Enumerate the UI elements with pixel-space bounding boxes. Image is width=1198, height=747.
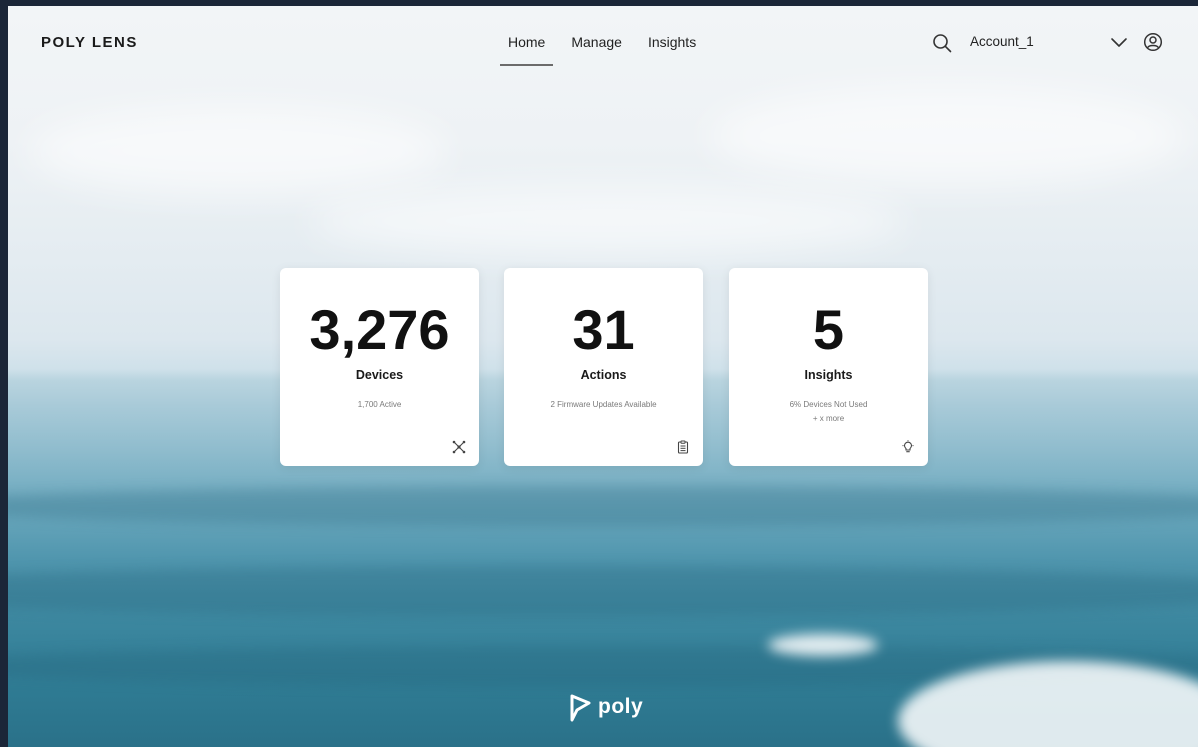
poly-logo-text: poly [598, 695, 644, 718]
actions-card[interactable]: 31 Actions 2 Firmware Updates Available [504, 268, 703, 466]
nav-manage-tab[interactable]: Manage [563, 32, 630, 66]
sea-wave [8, 486, 1198, 526]
brand-title: POLY LENS [41, 34, 138, 51]
nav-insights-tab[interactable]: Insights [640, 32, 704, 66]
chevron-down-icon[interactable] [1110, 35, 1128, 49]
insights-subtext: 6% Devices Not Used + x more [729, 398, 928, 426]
actions-sub-line: 2 Firmware Updates Available [550, 400, 657, 409]
insights-label: Insights [804, 368, 853, 382]
sky-cloud [308, 186, 908, 256]
insights-more-line: + x more [812, 414, 845, 423]
window-frame: POLY LENS Home Manage Insights Account_1… [0, 0, 1198, 747]
sky-cloud [28, 106, 448, 196]
nav-home-tab[interactable]: Home [500, 32, 554, 66]
devices-label: Devices [355, 368, 404, 382]
sky-cloud [708, 86, 1188, 186]
search-icon[interactable] [932, 33, 952, 53]
main-nav: Home Manage Insights [500, 32, 714, 66]
insights-sub-line: 6% Devices Not Used [789, 400, 868, 409]
devices-subtext: 1,700 Active [280, 398, 479, 412]
user-circle-icon[interactable] [1143, 32, 1163, 52]
devices-card[interactable]: 3,276 Devices 1,700 Active [280, 268, 479, 466]
clipboard-icon [677, 440, 689, 454]
devices-sub-line: 1,700 Active [357, 400, 402, 409]
lightbulb-icon [902, 440, 914, 453]
sea-wave [8, 566, 1198, 616]
poly-logo-icon [570, 694, 591, 722]
insights-count: 5 [812, 298, 845, 361]
insights-card[interactable]: 5 Insights 6% Devices Not Used + x more [729, 268, 928, 466]
actions-count: 31 [572, 298, 635, 361]
wave-foam [768, 634, 878, 656]
network-icon [452, 440, 466, 454]
actions-subtext: 2 Firmware Updates Available [504, 398, 703, 412]
poly-logo: poly [568, 692, 643, 722]
actions-label: Actions [580, 368, 627, 382]
app-screen: POLY LENS Home Manage Insights Account_1… [8, 6, 1198, 747]
account-selector-label[interactable]: Account_1 [970, 34, 1034, 49]
devices-count: 3,276 [309, 298, 450, 361]
